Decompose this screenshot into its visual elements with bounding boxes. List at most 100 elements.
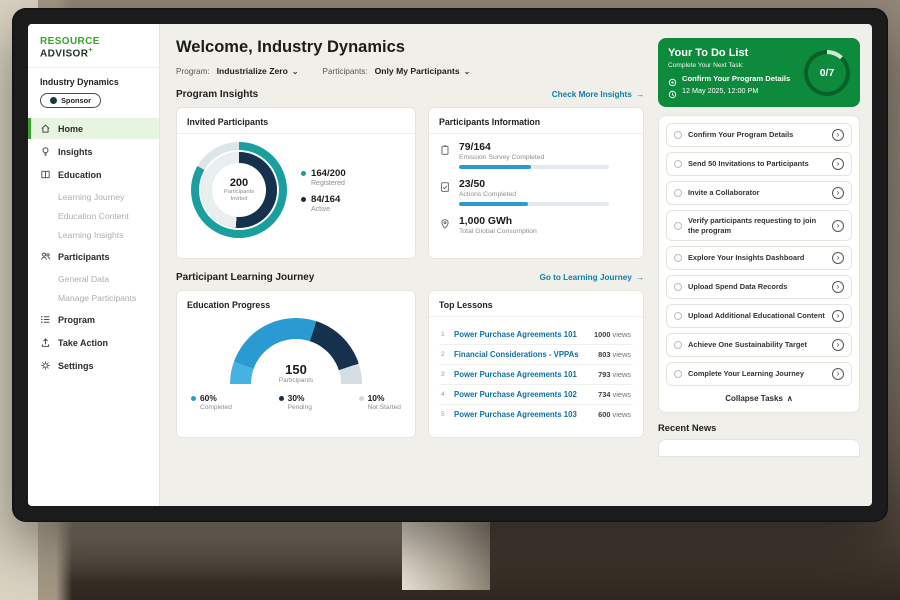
lesson-row[interactable]: 4 Power Purchase Agreements 102 734 view…: [439, 385, 633, 405]
legend-label: Active: [311, 206, 340, 213]
task-item[interactable]: Upload Spend Data Records ›: [666, 275, 852, 299]
book-icon: [40, 169, 51, 180]
lesson-views: 1000 views: [594, 330, 631, 339]
task-item[interactable]: Verify participants requesting to join t…: [666, 210, 852, 241]
legend-value: 30%: [288, 393, 312, 403]
sidebar-item-participants[interactable]: Participants: [28, 246, 159, 267]
sidebar-item-label: Insights: [58, 147, 93, 157]
sidebar-item-label: Program: [58, 315, 95, 325]
program-insights-header: Program Insights Check More Insights →: [176, 89, 644, 100]
task-item[interactable]: Confirm Your Program Details ›: [666, 123, 852, 147]
lesson-views: 793 views: [598, 370, 631, 379]
sidebar-item-label: Learning Insights: [58, 230, 123, 240]
filters-bar: Program: Industrialize Zero ⌄ Participan…: [176, 66, 644, 76]
divider: [177, 133, 415, 134]
sidebar-item-label: Participants: [58, 252, 110, 262]
sidebar-item-insights[interactable]: Insights: [28, 141, 159, 162]
chevron-down-icon: ⌄: [292, 67, 299, 76]
chevron-up-icon: ∧: [787, 394, 793, 403]
go-to-learning-journey-link[interactable]: Go to Learning Journey →: [539, 273, 644, 282]
section-title: Participant Learning Journey: [176, 272, 314, 283]
task-item[interactable]: Send 50 Invitations to Participants ›: [666, 152, 852, 176]
task-item[interactable]: Achieve One Sustainability Target ›: [666, 333, 852, 357]
card-title: Invited Participants: [187, 117, 405, 127]
lesson-row[interactable]: 2 Financial Considerations - VPPAs 803 v…: [439, 345, 633, 365]
sidebar-item-take-action[interactable]: Take Action: [28, 332, 159, 353]
sidebar-item-label: Settings: [58, 361, 94, 371]
divider: [429, 316, 643, 317]
sidebar: RESOURCE ADVISOR+ Industry Dynamics Spon…: [28, 24, 160, 506]
task-item[interactable]: Explore Your Insights Dashboard ›: [666, 246, 852, 270]
invited-donut-chart: 200 Participants Invited: [191, 142, 287, 238]
chevron-right-icon[interactable]: ›: [832, 220, 844, 232]
gauge-value: 150: [230, 362, 362, 377]
lesson-link[interactable]: Financial Considerations - VPPAs: [454, 350, 579, 359]
lightbulb-icon: [40, 146, 51, 157]
stat-label: Actions Completed: [459, 191, 609, 198]
stat-emission-survey: 79/164 Emission Survey Completed: [439, 142, 633, 169]
task-checkbox[interactable]: [674, 312, 682, 320]
sidebar-item-general-data[interactable]: General Data: [28, 269, 159, 288]
lesson-link[interactable]: Power Purchase Agreements 103: [454, 410, 577, 419]
legend-label: Completed: [200, 404, 232, 411]
task-item[interactable]: Invite a Collaborator ›: [666, 181, 852, 205]
sidebar-item-settings[interactable]: Settings: [28, 355, 159, 376]
sidebar-item-program[interactable]: Program: [28, 309, 159, 330]
sidebar-item-label: Manage Participants: [58, 293, 136, 303]
lesson-link[interactable]: Power Purchase Agreements 102: [454, 390, 577, 399]
pin-icon: [439, 217, 451, 229]
gear-icon: [40, 360, 51, 371]
sponsor-icon: [50, 97, 57, 104]
lesson-link[interactable]: Power Purchase Agreements 101: [454, 330, 577, 339]
page-title: Welcome, Industry Dynamics: [176, 38, 644, 57]
learning-journey-header: Participant Learning Journey Go to Learn…: [176, 272, 644, 283]
task-item[interactable]: Upload Additional Educational Content ›: [666, 304, 852, 328]
task-checkbox[interactable]: [674, 341, 682, 349]
task-checkbox[interactable]: [674, 131, 682, 139]
chevron-right-icon[interactable]: ›: [832, 187, 844, 199]
chevron-right-icon[interactable]: ›: [832, 129, 844, 141]
brand-primary: RESOURCE: [40, 36, 100, 47]
todo-title: Your To Do List: [668, 47, 798, 59]
card-title: Education Progress: [187, 300, 405, 310]
program-select[interactable]: Industrialize Zero ⌄: [217, 66, 299, 76]
sidebar-item-label: Education: [58, 170, 102, 180]
sidebar-item-home[interactable]: Home: [28, 118, 159, 139]
task-checkbox[interactable]: [674, 254, 682, 262]
sidebar-item-learning-insights[interactable]: Learning Insights: [28, 225, 159, 244]
task-item[interactable]: Complete Your Learning Journey ›: [666, 362, 852, 386]
task-checkbox[interactable]: [674, 222, 682, 230]
task-checkbox[interactable]: [674, 283, 682, 291]
invited-count: 200: [230, 177, 248, 189]
lesson-row[interactable]: 5 Power Purchase Agreements 103 600 view…: [439, 405, 633, 424]
task-label: Invite a Collaborator: [688, 188, 826, 198]
chevron-right-icon[interactable]: ›: [832, 339, 844, 351]
lesson-link[interactable]: Power Purchase Agreements 101: [454, 370, 577, 379]
task-checkbox[interactable]: [674, 189, 682, 197]
participants-select[interactable]: Only My Participants ⌄: [375, 66, 471, 76]
task-checkbox[interactable]: [674, 160, 682, 168]
chevron-right-icon[interactable]: ›: [832, 252, 844, 264]
sidebar-item-learning-journey[interactable]: Learning Journey: [28, 187, 159, 206]
lesson-row[interactable]: 3 Power Purchase Agreements 101 793 view…: [439, 365, 633, 385]
sidebar-item-education-content[interactable]: Education Content: [28, 206, 159, 225]
lesson-row[interactable]: 1 Power Purchase Agreements 101 1000 vie…: [439, 325, 633, 345]
desk-surface: [0, 512, 430, 582]
brand-secondary: ADVISOR: [40, 48, 88, 59]
sidebar-item-education[interactable]: Education: [28, 164, 159, 185]
program-filter-label: Program:: [176, 67, 210, 76]
check-more-insights-link[interactable]: Check More Insights →: [552, 90, 644, 99]
task-checkbox[interactable]: [674, 370, 682, 378]
chevron-right-icon[interactable]: ›: [832, 368, 844, 380]
chevron-right-icon[interactable]: ›: [832, 310, 844, 322]
chevron-right-icon[interactable]: ›: [832, 158, 844, 170]
lesson-rank: 2: [441, 351, 447, 358]
legend-item-pending: 30% Pending: [279, 393, 312, 411]
task-label: Confirm Your Program Details: [688, 130, 826, 140]
collapse-tasks-button[interactable]: Collapse Tasks ∧: [666, 391, 852, 405]
sidebar-item-manage-participants[interactable]: Manage Participants: [28, 288, 159, 307]
education-gauge-chart: 150 Participants: [230, 318, 362, 384]
brand-plus: +: [88, 47, 93, 54]
org-name: Industry Dynamics: [28, 68, 159, 91]
chevron-right-icon[interactable]: ›: [832, 281, 844, 293]
